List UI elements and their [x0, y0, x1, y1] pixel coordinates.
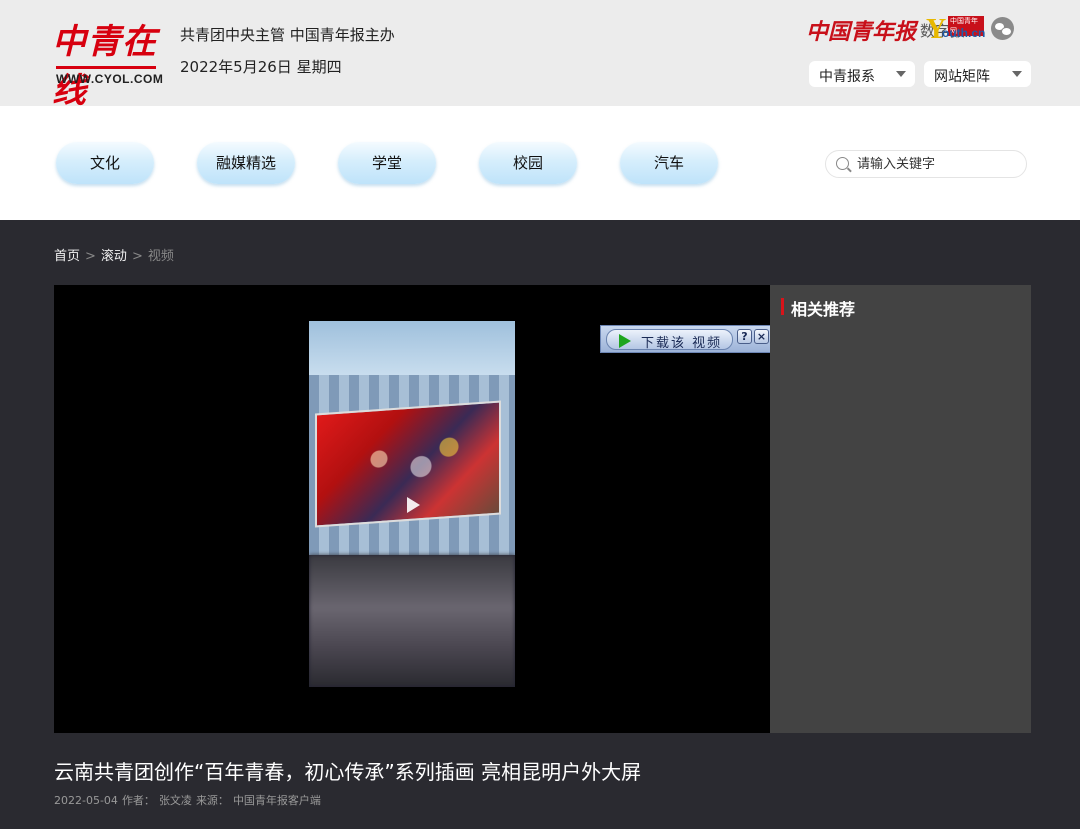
breadcrumb-separator: > — [131, 249, 143, 264]
breadcrumb-home[interactable]: 首页 — [54, 249, 80, 264]
current-date: 2022年5月26日 星期四 — [180, 58, 342, 76]
video-frame[interactable] — [309, 321, 515, 687]
nav-item-auto[interactable]: 汽车 — [620, 142, 718, 184]
article-meta: 2022-05-04 作者： 张文凌 来源： 中国青年报客户端 — [54, 792, 325, 808]
caret-down-icon — [896, 71, 906, 77]
nav-item-media-selection[interactable]: 融媒精选 — [197, 142, 295, 184]
breadcrumb-section[interactable]: 滚动 — [101, 249, 127, 264]
logo-url: WWW.CYOL.COM — [56, 72, 164, 86]
site-header: 中青在线 WWW.CYOL.COM 共青团中央主管 中国青年报主办 2022年5… — [0, 0, 1080, 111]
play-icon — [619, 334, 631, 348]
close-icon[interactable]: × — [754, 329, 769, 344]
article-title: 云南共青团创作“百年青春，初心传承”系列插画 亮相昆明户外大屏 — [54, 760, 642, 784]
related-panel: 相关推荐 — [770, 285, 1031, 733]
nav-item-campus[interactable]: 校园 — [479, 142, 577, 184]
source-label: 来源： — [195, 794, 229, 807]
play-icon[interactable] — [407, 497, 420, 513]
search-box[interactable] — [825, 150, 1027, 178]
logo-chinese: 中青在线 — [52, 22, 157, 111]
article-source: 中国青年报客户端 — [232, 794, 321, 807]
breadcrumb-separator: > — [85, 249, 96, 264]
related-accent-bar — [781, 298, 784, 315]
article-author: 张文凌 — [158, 794, 192, 807]
wechat-icon[interactable] — [991, 17, 1014, 40]
youth-cn-text: outh.cn — [942, 26, 986, 40]
nav-item-culture[interactable]: 文化 — [56, 142, 154, 184]
author-label: 作者： — [121, 794, 155, 807]
cyd-logo: 中国青年报 — [806, 19, 917, 45]
site-logo[interactable]: 中青在线 WWW.CYOL.COM — [52, 14, 164, 111]
article-date: 2022-05-04 — [54, 794, 118, 807]
select-cyd-family-value: 中青报系 — [819, 69, 875, 85]
help-icon[interactable]: ? — [737, 329, 752, 344]
select-cyd-family[interactable]: 中青报系 — [809, 61, 915, 87]
search-input[interactable] — [857, 155, 1017, 173]
youth-cn-logo[interactable]: Y 中国青年网 outh.cn — [926, 14, 986, 45]
logo-underline — [56, 66, 156, 69]
select-site-matrix-value: 网站矩阵 — [934, 69, 990, 85]
breadcrumb-current: 视频 — [147, 249, 174, 264]
select-site-matrix[interactable]: 网站矩阵 — [924, 61, 1031, 87]
related-title: 相关推荐 — [791, 300, 856, 319]
download-video-button[interactable]: 下载该 视频 — [606, 329, 733, 351]
breadcrumb: 首页 > 滚动 > 视频 — [54, 245, 174, 264]
caret-down-icon — [1012, 71, 1022, 77]
nav-item-school-hall[interactable]: 学堂 — [338, 142, 436, 184]
download-video-label: 下载该 视频 — [641, 336, 723, 351]
download-video-toolbar: 下载该 视频 ? × — [600, 325, 771, 353]
main-nav: 文化 融媒精选 学堂 校园 汽车 — [0, 106, 1080, 220]
sponsor-text: 共青团中央主管 中国青年报主办 — [180, 26, 395, 44]
search-icon[interactable] — [836, 157, 849, 170]
